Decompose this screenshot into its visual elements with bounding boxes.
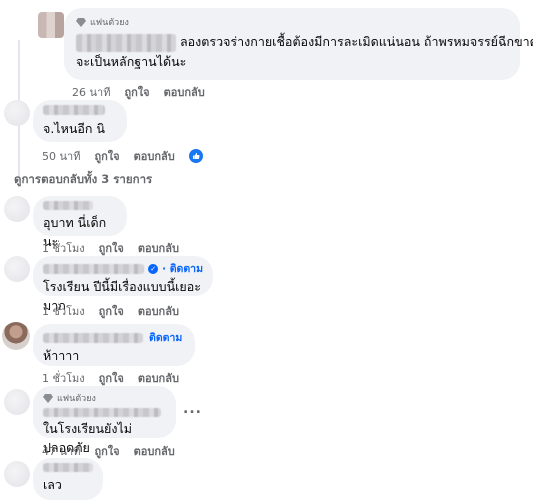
- comment-bubble: แฟนตัวยง ลองตรวจร่างกายเชื้อต้องมีการละเ…: [64, 8, 533, 80]
- view-replies-label: ดูการตอบกลับทั้ง 3 รายการ: [14, 172, 153, 186]
- comment-header: ✓ · ติดตาม: [43, 260, 203, 277]
- comment-bubble: เลว: [33, 458, 103, 500]
- author-name[interactable]: [43, 201, 93, 210]
- avatar[interactable]: [4, 256, 30, 282]
- author-name[interactable]: [43, 105, 105, 115]
- reply-button[interactable]: ตอบกลับ: [138, 369, 179, 387]
- avatar[interactable]: [4, 461, 30, 487]
- author-name[interactable]: [43, 332, 143, 343]
- author-name[interactable]: [43, 463, 93, 472]
- comment-bubble: จ.ไหนอีก นิ: [33, 100, 127, 142]
- verified-check-icon: ✓: [148, 263, 159, 274]
- fan-badge-label: แฟนตัวยง: [57, 394, 96, 404]
- comment-text: ลองตรวจร่างกายเชื้อต้องมีการละเมิดแน่นอน…: [76, 32, 533, 52]
- timestamp[interactable]: 50 นาที: [42, 147, 80, 165]
- like-button[interactable]: ถูกใจ: [94, 442, 119, 460]
- comment-header: ติดตาม: [43, 329, 185, 346]
- diamond-icon: [76, 17, 86, 27]
- avatar[interactable]: [4, 100, 30, 126]
- author-name[interactable]: [43, 263, 145, 274]
- avatar[interactable]: [4, 196, 30, 222]
- follow-button[interactable]: · ติดตาม: [162, 260, 203, 277]
- more-options-button[interactable]: ...: [183, 401, 202, 417]
- comment-text-line2: จะเป็นหลักฐานได้นะ: [76, 53, 187, 69]
- comment-actions: 1 ชั่วโมง ถูกใจ ตอบกลับ: [42, 369, 179, 387]
- badge-row: แฟนตัวยง: [76, 15, 508, 29]
- like-button[interactable]: ถูกใจ: [124, 83, 149, 101]
- like-button[interactable]: ถูกใจ: [99, 302, 124, 320]
- timestamp[interactable]: 1 ชั่วโมง: [42, 369, 85, 387]
- fan-badge-label: แฟนตัวยง: [90, 18, 129, 28]
- avatar[interactable]: [4, 389, 30, 415]
- reply-button[interactable]: ตอบกลับ: [138, 239, 179, 257]
- comment-bubble: ✓ · ติดตาม โรงเรียน ปีนี้มีเรื่องแบบนี้เ…: [33, 256, 213, 313]
- like-reaction-icon[interactable]: [188, 149, 203, 163]
- diamond-icon: [43, 393, 53, 403]
- comment-text: เลว: [43, 477, 62, 492]
- view-replies-link[interactable]: ดูการตอบกลับทั้ง 3 รายการ: [14, 171, 152, 189]
- timestamp[interactable]: 26 นาที: [72, 83, 110, 101]
- like-button[interactable]: ถูกใจ: [94, 147, 119, 165]
- like-button[interactable]: ถูกใจ: [99, 239, 124, 257]
- author-name[interactable]: [43, 408, 161, 417]
- timestamp[interactable]: 1 ชั่วโมง: [42, 239, 85, 257]
- like-button[interactable]: ถูกใจ: [99, 369, 124, 387]
- reply-button[interactable]: ตอบกลับ: [138, 302, 179, 320]
- avatar[interactable]: [2, 322, 30, 350]
- comment-bubble: ติดตาม ห้าาาา: [33, 324, 195, 366]
- comment-actions: 1 ชั่วโมง ถูกใจ ตอบกลับ: [42, 302, 179, 320]
- reply-button[interactable]: ตอบกลับ: [134, 147, 175, 165]
- reply-button[interactable]: ตอบกลับ: [134, 442, 175, 460]
- reply-button[interactable]: ตอบกลับ: [164, 83, 205, 101]
- comment-actions: 50 นาที ถูกใจ ตอบกลับ: [42, 147, 203, 165]
- comment-actions: 26 นาที ถูกใจ ตอบกลับ: [72, 83, 205, 101]
- comment-actions: 1 ชั่วโมง ถูกใจ ตอบกลับ: [42, 239, 179, 257]
- badge-row: แฟนตัวยง: [43, 391, 166, 405]
- follow-button[interactable]: ติดตาม: [149, 329, 182, 346]
- avatar[interactable]: [38, 12, 64, 38]
- comment-bubble: อุบาท นี่เด็กนะ: [33, 196, 127, 249]
- comment-text: จ.ไหนอีก นิ: [43, 121, 105, 136]
- timestamp[interactable]: 1 ชั่วโมง: [42, 302, 85, 320]
- comment-text: ห้าาาา: [43, 348, 80, 363]
- comment-bubble: แฟนตัวยง ในโรงเรียนยังไม่ปลอดภัย: [33, 386, 176, 455]
- author-name[interactable]: [76, 33, 176, 52]
